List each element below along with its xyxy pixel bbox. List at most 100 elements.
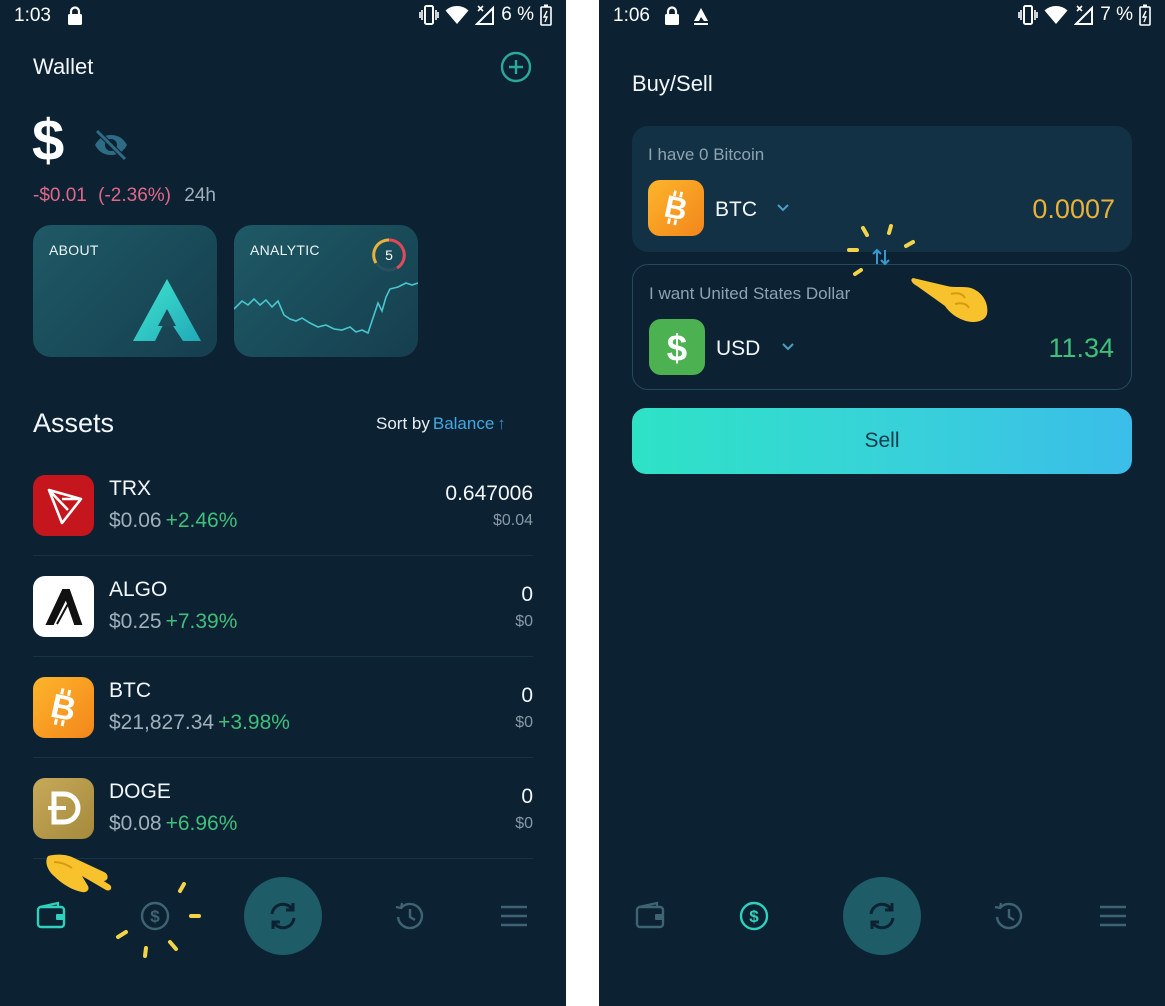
sort-label: Sort by xyxy=(376,414,430,433)
balance-amount: $ xyxy=(32,108,65,173)
status-time: 1:06 xyxy=(613,5,650,26)
want-amount-value[interactable]: 11.34 xyxy=(1048,333,1114,364)
price-sparkline xyxy=(234,282,418,335)
chevron-down-icon[interactable] xyxy=(781,342,795,352)
about-card-label: ABOUT xyxy=(49,242,99,258)
bottom-nav: $ xyxy=(599,862,1165,1006)
swap-button[interactable] xyxy=(244,877,322,955)
bitcoin-icon: B xyxy=(33,677,94,738)
balance-change: -$0.01 (-2.36%) 24h xyxy=(33,185,216,207)
page-title: Buy/Sell xyxy=(632,71,713,96)
asset-price: $0.06 +2.46% xyxy=(109,509,237,533)
wifi-icon xyxy=(445,6,469,24)
vibrate-icon xyxy=(419,5,440,25)
asset-name: DOGE xyxy=(109,780,171,803)
sort-value[interactable]: Balance xyxy=(433,414,494,433)
asset-name: BTC xyxy=(109,679,151,702)
status-time: 1:03 xyxy=(14,5,51,26)
asset-fiat-value: $0 xyxy=(515,613,533,630)
battery-text: 7 % xyxy=(1100,4,1133,25)
asset-amount: 0 xyxy=(521,785,533,808)
change-period: 24h xyxy=(184,185,216,206)
svg-text:$: $ xyxy=(667,327,687,368)
notification-app-icon xyxy=(694,8,708,25)
have-amount-input[interactable]: 0.0007 xyxy=(1032,194,1115,225)
asset-change: +7.39% xyxy=(165,610,238,633)
svg-text:$: $ xyxy=(749,907,759,926)
asset-amount: 0 xyxy=(521,684,533,707)
wallet-icon[interactable] xyxy=(633,899,667,933)
history-icon[interactable] xyxy=(992,899,1026,933)
asset-price: $0.08 +6.96% xyxy=(109,812,237,836)
battery-text: 6 % xyxy=(501,4,534,25)
asset-row-btc[interactable]: B BTC $21,827.34 +3.98% 0 $0 xyxy=(33,657,533,758)
lock-icon xyxy=(68,6,82,25)
asset-price-value: $21,827.34 xyxy=(109,711,215,734)
asset-name: ALGO xyxy=(109,578,168,601)
swap-icon xyxy=(869,902,895,930)
asset-price-value: $0.08 xyxy=(109,812,162,835)
signal-icon xyxy=(475,5,495,25)
dollar-icon[interactable]: $ xyxy=(737,899,771,933)
asset-price: $21,827.34 +3.98% xyxy=(109,711,290,735)
have-currency-select[interactable]: BTC xyxy=(715,198,757,222)
asset-change: +3.98% xyxy=(218,711,290,734)
add-wallet-button[interactable] xyxy=(500,51,532,83)
sell-button[interactable]: Sell xyxy=(632,408,1132,474)
swap-button[interactable] xyxy=(843,877,921,955)
want-panel: I want United States Dollar $ USD 11.34 xyxy=(632,264,1132,390)
asset-price-value: $0.25 xyxy=(109,610,162,633)
asset-row-trx[interactable]: TRX $0.06 +2.46% 0.647006 $0.04 xyxy=(33,455,533,556)
sort-control[interactable]: Sort by Balance ↑ xyxy=(376,414,506,434)
lock-icon xyxy=(665,6,679,25)
asset-change: +2.46% xyxy=(165,509,238,532)
asset-name: TRX xyxy=(109,477,151,500)
assets-heading: Assets xyxy=(33,408,115,438)
tron-icon xyxy=(33,475,94,536)
sort-direction-icon[interactable]: ↑ xyxy=(497,414,506,433)
battery-icon xyxy=(540,4,552,26)
dogecoin-icon xyxy=(33,778,94,839)
score-value: 5 xyxy=(385,247,393,263)
wallet-icon[interactable] xyxy=(34,899,68,933)
wifi-icon xyxy=(1044,6,1068,24)
dollar-currency-icon: $ xyxy=(649,319,705,375)
buy-sell-screen: 1:06 7 % Buy/Sell I have 0 Bitcoin B BTC… xyxy=(599,0,1165,1006)
vibrate-icon xyxy=(1018,5,1039,25)
analytic-card[interactable]: ANALYTIC 5 xyxy=(234,225,418,357)
have-caption: I have 0 Bitcoin xyxy=(648,145,765,164)
menu-icon[interactable] xyxy=(1096,899,1130,933)
analytic-card-label: ANALYTIC xyxy=(250,242,320,258)
asset-price-value: $0.06 xyxy=(109,509,162,532)
chevron-down-icon[interactable] xyxy=(776,203,790,213)
asset-fiat-value: $0 xyxy=(515,714,533,731)
asset-change: +6.96% xyxy=(165,812,238,835)
asset-price: $0.25 +7.39% xyxy=(109,610,237,634)
status-bar: 1:03 6 % xyxy=(0,0,566,34)
status-bar: 1:06 7 % xyxy=(599,0,1165,34)
want-caption: I want United States Dollar xyxy=(649,284,851,303)
menu-icon[interactable] xyxy=(497,899,531,933)
want-currency-select[interactable]: USD xyxy=(716,337,760,361)
asset-amount: 0.647006 xyxy=(445,482,533,505)
signal-icon xyxy=(1074,5,1094,25)
history-icon[interactable] xyxy=(393,899,427,933)
asset-fiat-value: $0 xyxy=(515,815,533,832)
asset-fiat-value: $0.04 xyxy=(492,512,533,529)
asset-amount: 0 xyxy=(521,583,533,606)
about-card[interactable]: ABOUT xyxy=(33,225,217,357)
swap-icon xyxy=(270,902,296,930)
tap-sparkle-icon xyxy=(116,882,201,958)
bitcoin-icon: B xyxy=(648,180,704,236)
asset-row-algo[interactable]: ALGO $0.25 +7.39% 0 $0 xyxy=(33,556,533,657)
change-percent: (-2.36%) xyxy=(98,185,172,206)
pointing-hand-icon xyxy=(911,278,988,322)
tap-sparkle-icon xyxy=(847,224,915,276)
algorand-icon xyxy=(33,576,94,637)
atomic-logo-icon xyxy=(133,279,201,341)
battery-icon xyxy=(1139,4,1151,26)
wallet-screen: 1:03 6 % Wallet $ -$0.01 (-2.36%) 24h AB… xyxy=(0,0,566,1006)
eye-off-icon[interactable] xyxy=(92,128,130,162)
change-amount: -$0.01 xyxy=(33,185,87,206)
page-title: Wallet xyxy=(33,54,94,79)
